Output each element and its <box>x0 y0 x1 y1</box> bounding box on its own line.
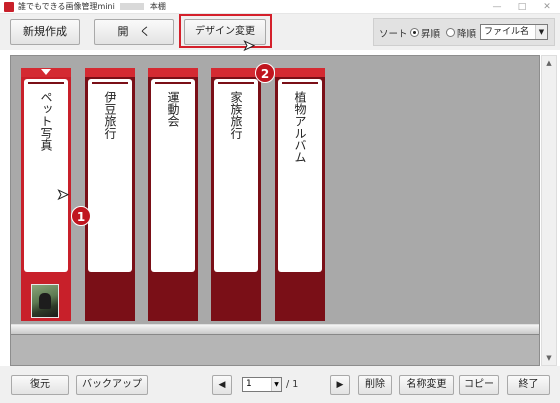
album-spine-label: ペット写真 <box>24 79 68 272</box>
page-total: / 1 <box>286 379 299 390</box>
album-izu-trip[interactable]: 伊豆旅行 <box>85 68 135 321</box>
album-title: 家族旅行 <box>229 91 243 139</box>
bottom-bar: 復元 バックアップ ◀ 1 ▼ / 1 ▶ 削除 名称変更 コピー 終了 <box>0 366 560 403</box>
sort-descending-label[interactable]: 降順 <box>457 26 476 40</box>
sort-descending-radio[interactable] <box>446 28 455 37</box>
exit-button[interactable]: 終了 <box>507 375 550 395</box>
album-plant-album[interactable]: 植物アルバム <box>275 68 325 321</box>
triangle-down-icon[interactable]: ▼ <box>542 351 556 365</box>
album-family-trip[interactable]: 家族旅行 <box>211 68 261 321</box>
vertical-scrollbar[interactable]: ▲ ▼ <box>541 55 557 366</box>
album-spine-label: 植物アルバム <box>278 79 322 272</box>
page-current-value: 1 <box>246 379 252 389</box>
window-title-suffix: 本棚 <box>149 2 166 11</box>
minimize-button[interactable]: — <box>490 1 504 13</box>
new-album-button[interactable]: 新規作成 <box>10 19 80 45</box>
app-icon <box>4 2 14 12</box>
toolbar: 新規作成 開 く デザイン変更 ソート 昇順 降順 ファイル名 ▼ <box>0 14 560 50</box>
step-callout-2: 2 <box>255 63 275 83</box>
selected-indicator-icon <box>41 69 51 75</box>
album-top-band <box>148 68 198 77</box>
triangle-up-icon[interactable]: ▲ <box>542 56 556 70</box>
sort-panel: ソート 昇順 降順 ファイル名 ▼ <box>373 18 555 46</box>
album-spine-label: 伊豆旅行 <box>88 79 132 272</box>
album-thumbnail <box>31 284 59 318</box>
close-button[interactable]: ✕ <box>540 1 554 13</box>
chevron-down-icon[interactable]: ▼ <box>271 378 281 391</box>
copy-button[interactable]: コピー <box>459 375 499 395</box>
open-album-button[interactable]: 開 く <box>94 19 174 45</box>
shelf-board <box>11 324 539 335</box>
next-page-button[interactable]: ▶ <box>330 375 350 395</box>
album-spine-label: 運動会 <box>151 79 195 272</box>
mouse-pointer-icon: ➤ <box>57 187 70 204</box>
mouse-pointer-icon: ➤ <box>243 38 256 55</box>
album-title: ペット写真 <box>39 91 53 151</box>
backup-button[interactable]: バックアップ <box>76 375 148 395</box>
album-spine-label: 家族旅行 <box>214 79 258 272</box>
rename-button[interactable]: 名称変更 <box>399 375 454 395</box>
restore-button[interactable]: 復元 <box>11 375 69 395</box>
title-bar: 誰でもできる画像管理mini 本棚 — □ ✕ <box>0 0 560 14</box>
album-top-band <box>85 68 135 77</box>
step-callout-1: 1 <box>71 206 91 226</box>
album-sports-day[interactable]: 運動会 <box>148 68 198 321</box>
window-title: 誰でもできる画像管理mini 本棚 <box>18 1 166 12</box>
sort-label: ソート <box>379 29 408 40</box>
album-title: 運動会 <box>166 91 180 127</box>
redacted-title-part <box>120 3 145 10</box>
delete-button[interactable]: 削除 <box>358 375 392 395</box>
maximize-button[interactable]: □ <box>515 1 529 13</box>
sort-ascending-radio[interactable] <box>410 28 419 37</box>
shelf-lower-row <box>11 335 539 365</box>
previous-page-button[interactable]: ◀ <box>212 375 232 395</box>
window-title-prefix: 誰でもできる画像管理mini <box>18 2 115 11</box>
page-select[interactable]: 1 ▼ <box>242 377 282 392</box>
album-title: 伊豆旅行 <box>103 91 117 139</box>
album-top-band <box>275 68 325 77</box>
chevron-down-icon[interactable]: ▼ <box>535 25 547 39</box>
sort-ascending-label[interactable]: 昇順 <box>421 26 440 40</box>
sort-field-select[interactable]: ファイル名 ▼ <box>480 24 548 40</box>
sort-field-value: ファイル名 <box>484 27 530 37</box>
album-title: 植物アルバム <box>293 91 307 163</box>
album-top-band <box>211 68 261 77</box>
